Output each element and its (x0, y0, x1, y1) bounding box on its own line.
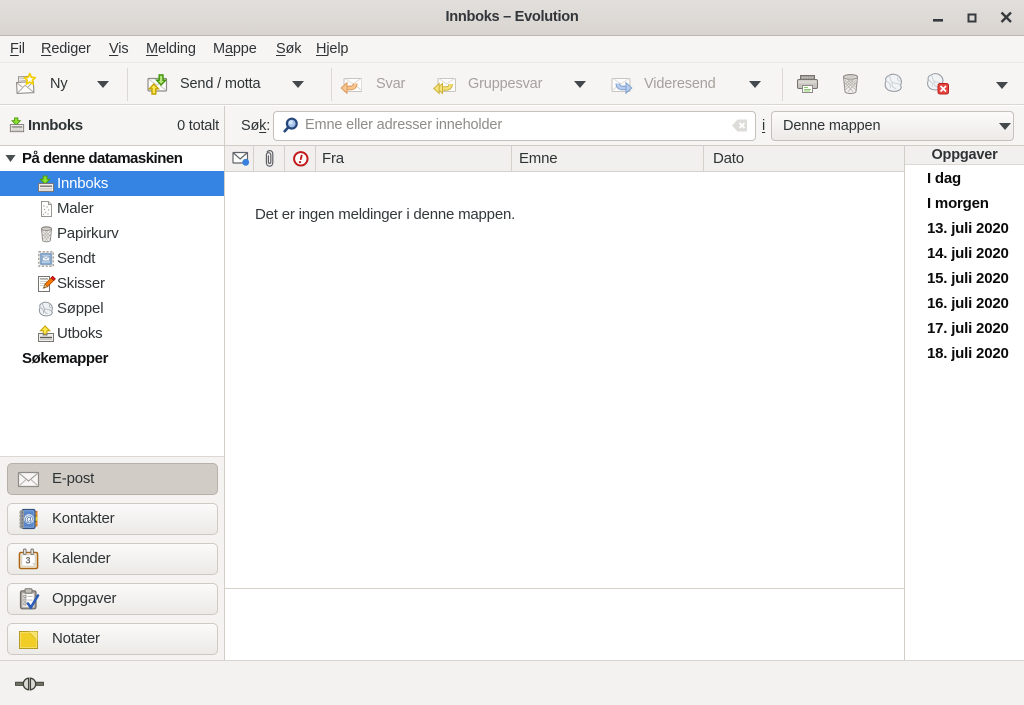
svg-text:@: @ (24, 514, 33, 524)
svg-text:3: 3 (25, 556, 30, 566)
